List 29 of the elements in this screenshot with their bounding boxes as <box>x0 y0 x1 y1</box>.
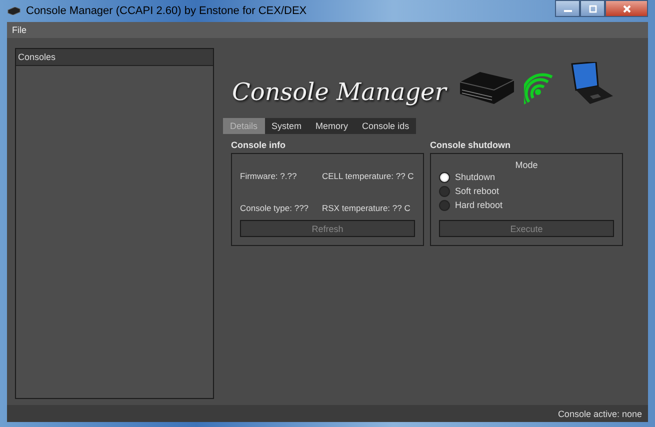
close-button[interactable] <box>605 0 648 17</box>
menu-item[interactable]: File <box>12 25 27 35</box>
mode-label: Mode <box>515 160 538 170</box>
logo-text: Console Manager <box>232 78 446 106</box>
tab[interactable]: System <box>264 118 309 134</box>
radio-label[interactable]: Hard reboot <box>455 200 503 210</box>
panel-header: Consoles <box>16 49 213 66</box>
radio-label[interactable]: Shutdown <box>455 172 496 182</box>
tab[interactable]: Memory <box>308 118 356 134</box>
window-title: Console Manager (CCAPI 2.60) by Enstone for CEX/DEX <box>26 5 307 17</box>
maximize-icon <box>588 4 598 14</box>
tab[interactable]: Console ids <box>355 118 416 134</box>
radio-button[interactable] <box>439 186 450 196</box>
minimize-button[interactable] <box>555 0 580 17</box>
laptop-icon <box>568 62 614 106</box>
status-text: Console active: none <box>558 408 642 418</box>
info-label: Firmware: ?.?? <box>240 171 298 181</box>
info-label: Console type: ??? <box>240 203 310 213</box>
info-label: RSX temperature: ?? C <box>322 203 412 213</box>
radio-button[interactable] <box>439 172 450 182</box>
info-label: CELL temperature: ?? C <box>322 171 415 181</box>
radio-button[interactable] <box>439 200 450 210</box>
console-icon <box>7 7 21 15</box>
radio-label[interactable]: Soft reboot <box>455 186 500 196</box>
close-icon <box>622 4 632 14</box>
group-title: Console info <box>231 140 286 150</box>
maximize-button[interactable] <box>580 0 605 17</box>
minimize-icon <box>564 10 572 12</box>
group-title: Console shutdown <box>430 140 512 150</box>
